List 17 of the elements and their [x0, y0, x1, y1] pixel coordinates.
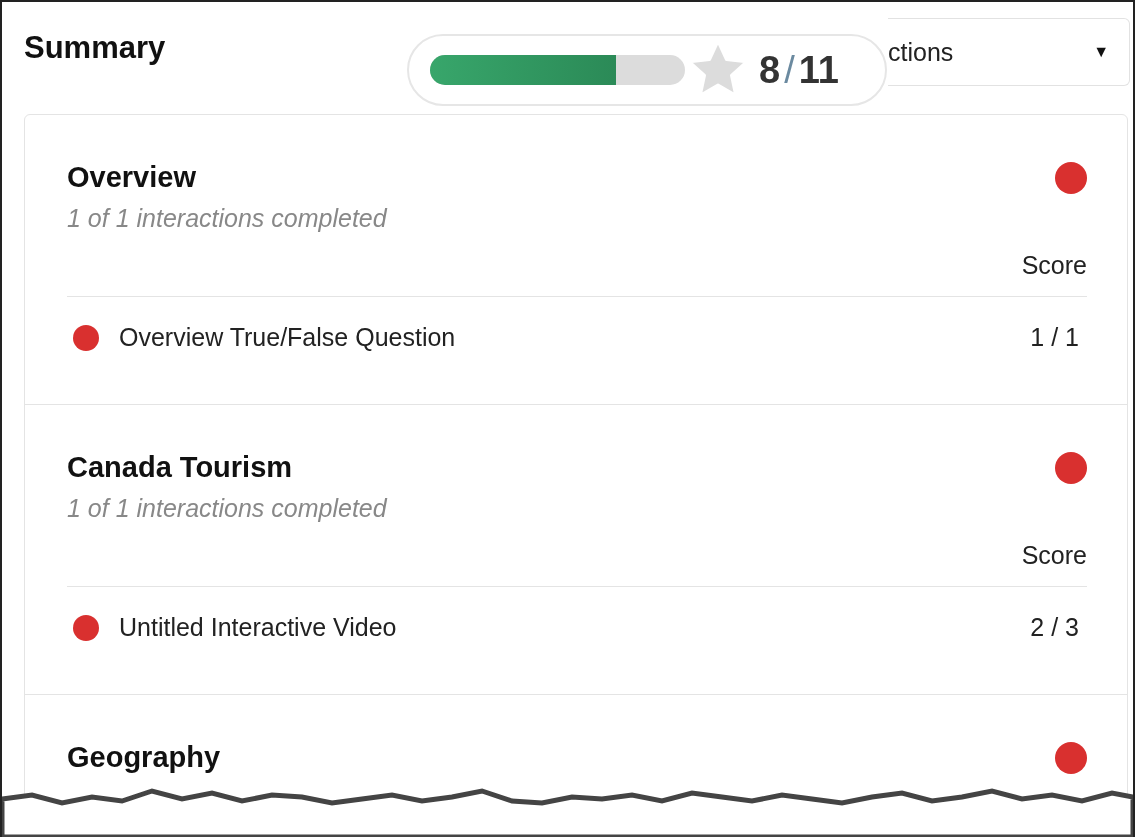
score-header: Score — [1021, 251, 1087, 281]
interaction-label: Overview True/False Question — [119, 323, 457, 352]
interaction-label: Untitled Interactive Video — [119, 613, 398, 642]
completion-text: 1 of 1 interactions completed — [67, 204, 389, 233]
section-title: Geography — [67, 741, 221, 774]
interaction-score: 1 / 1 — [1030, 323, 1079, 352]
score-separator: / — [784, 48, 795, 92]
score-value: 8 — [759, 48, 781, 92]
score-header: Score — [1021, 541, 1087, 571]
section-title: Canada Tourism — [67, 451, 293, 484]
section-title: Overview — [67, 161, 196, 194]
caret-icon: ▼ — [1093, 43, 1109, 61]
completion-text: 1 of 1 interactions completed — [67, 494, 389, 523]
interaction-score: 2 / 3 — [1030, 613, 1079, 642]
score-total: 11 — [798, 48, 839, 92]
filter-dropdown[interactable]: ctions ▼ — [888, 18, 1130, 86]
summary-title: Summary — [24, 30, 166, 66]
